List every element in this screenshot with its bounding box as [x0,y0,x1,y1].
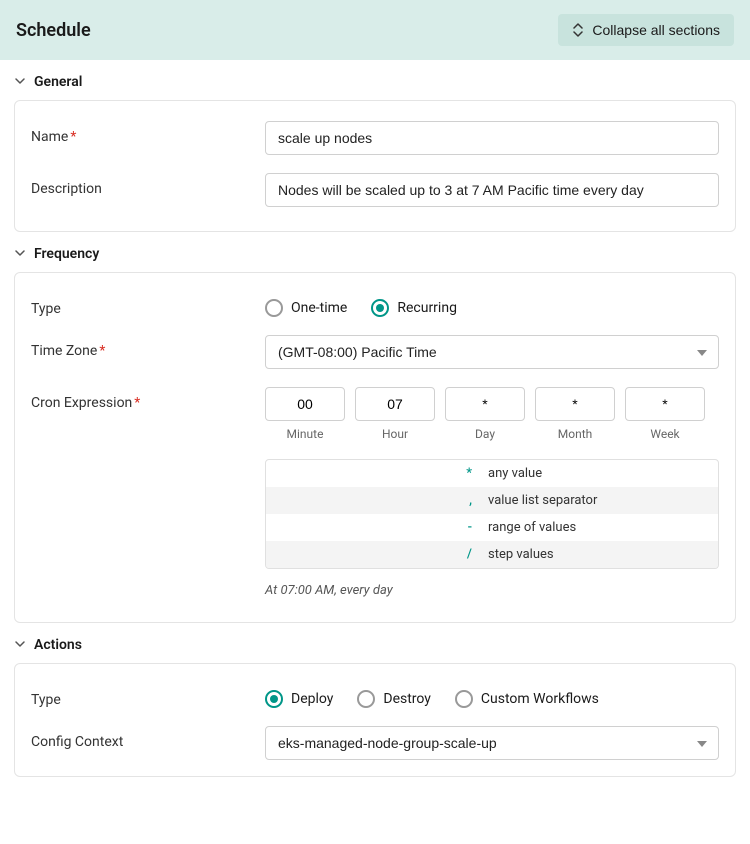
section-actions-header[interactable]: Actions [14,623,736,663]
page-title: Schedule [16,20,91,41]
section-general-body: Name* Description [14,100,736,232]
cron-hour-sublabel: Hour [382,427,408,441]
cron-day-sublabel: Day [475,427,495,441]
radio-one-time[interactable]: One-time [265,299,347,317]
radio-deploy[interactable]: Deploy [265,690,333,708]
radio-destroy[interactable]: Destroy [357,690,431,708]
name-input[interactable] [265,121,719,155]
cron-legend: * any value , value list separator - ran… [265,459,719,569]
radio-icon [455,690,473,708]
timezone-label: Time Zone* [31,335,265,359]
config-context-select[interactable]: eks-managed-node-group-scale-up [265,726,719,760]
description-label: Description [31,173,265,197]
legend-symbol: * [278,466,488,481]
freq-type-radio-group: One-time Recurring [265,293,719,317]
radio-custom-label: Custom Workflows [481,691,599,707]
collapse-all-button[interactable]: Collapse all sections [558,14,734,46]
cron-minute-sublabel: Minute [287,427,324,441]
legend-row: * any value [266,460,718,487]
cron-month-input[interactable] [535,387,615,421]
section-general-title: General [34,74,82,90]
actions-type-label: Type [31,684,265,708]
config-context-label: Config Context [31,726,265,750]
legend-desc: any value [488,466,542,481]
radio-icon [357,690,375,708]
section-frequency-header[interactable]: Frequency [14,232,736,272]
legend-row: , value list separator [266,487,718,514]
page-header: Schedule Collapse all sections [0,0,750,60]
section-general-header[interactable]: General [14,60,736,100]
radio-icon [265,690,283,708]
cron-month-sublabel: Month [558,427,592,441]
legend-row: / step values [266,541,718,568]
legend-symbol: , [278,493,488,508]
radio-recurring[interactable]: Recurring [371,299,457,317]
cron-week-sublabel: Week [650,427,679,441]
chevron-down-icon [14,638,26,653]
radio-icon [265,299,283,317]
radio-one-time-label: One-time [291,300,347,316]
cron-label: Cron Expression* [31,387,265,411]
collapse-icon [572,23,584,37]
legend-symbol: - [278,520,488,535]
radio-custom-workflows[interactable]: Custom Workflows [455,690,599,708]
freq-type-label: Type [31,293,265,317]
radio-icon [371,299,389,317]
section-actions-title: Actions [34,637,82,653]
legend-row: - range of values [266,514,718,541]
section-frequency: Frequency Type One-time Recurring [0,232,750,623]
chevron-down-icon [14,75,26,90]
radio-recurring-label: Recurring [397,300,457,316]
cron-hour-input[interactable] [355,387,435,421]
radio-destroy-label: Destroy [383,691,431,707]
section-actions-body: Type Deploy Destroy Custom Workflows [14,663,736,777]
cron-summary: At 07:00 AM, every day [265,583,719,598]
section-frequency-title: Frequency [34,246,99,262]
description-input[interactable] [265,173,719,207]
section-general: General Name* Description [0,60,750,232]
cron-day-input[interactable] [445,387,525,421]
legend-desc: step values [488,547,554,562]
collapse-all-label: Collapse all sections [592,22,720,38]
section-frequency-body: Type One-time Recurring Time Zone* [14,272,736,623]
cron-minute-input[interactable] [265,387,345,421]
legend-desc: range of values [488,520,576,535]
cron-inputs: Minute Hour Day Month [265,387,719,441]
name-label: Name* [31,121,265,145]
section-actions: Actions Type Deploy Destroy Custom Wo [0,623,750,777]
timezone-select[interactable]: (GMT-08:00) Pacific Time [265,335,719,369]
legend-desc: value list separator [488,493,597,508]
cron-week-input[interactable] [625,387,705,421]
legend-symbol: / [278,547,488,562]
radio-deploy-label: Deploy [291,691,333,707]
actions-type-radio-group: Deploy Destroy Custom Workflows [265,684,719,708]
chevron-down-icon [14,247,26,262]
